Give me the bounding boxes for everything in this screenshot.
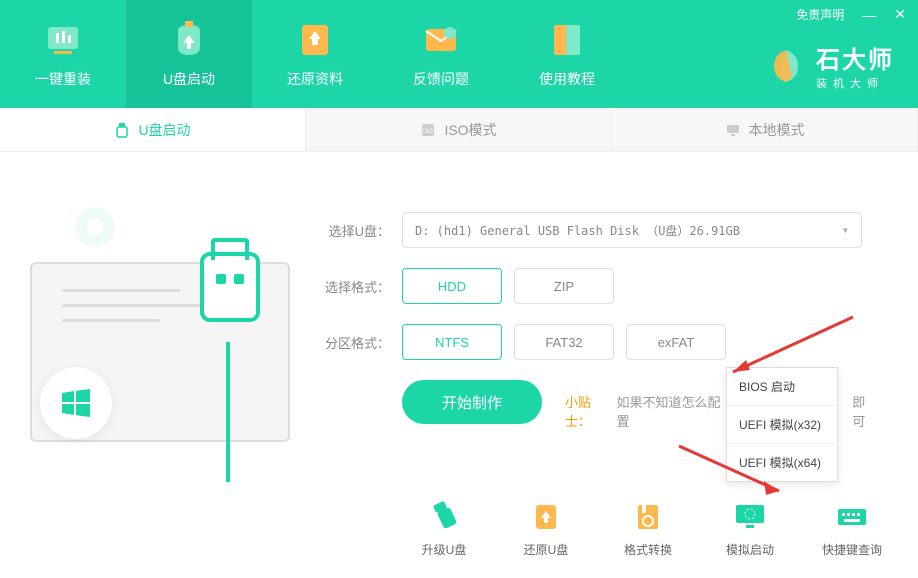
disk-label: 选择U盘： (320, 221, 390, 240)
nav-label: U盘启动 (163, 69, 215, 89)
windows-icon (58, 385, 94, 421)
disclaimer-link[interactable]: 免责声明 (796, 6, 844, 23)
nav-feedback[interactable]: 反馈问题 (378, 0, 504, 108)
tab-iso-mode[interactable]: ISO ISO模式 (306, 108, 612, 151)
partition-option-fat32[interactable]: FAT32 (514, 324, 614, 360)
windows-badge (40, 367, 112, 439)
main-nav: 一键重装 U盘启动 还原资料 反馈问题 使用教程 (0, 0, 630, 108)
tab-local-mode[interactable]: 本地模式 (612, 108, 918, 151)
nav-label: 一键重装 (35, 69, 91, 89)
brand-name: 石大师 (816, 40, 894, 75)
brand-tagline: 装机大师 (816, 75, 894, 91)
action-label: 快捷键查询 (822, 541, 882, 558)
tip-text: 如果不知道怎么配置 (616, 392, 732, 430)
reinstall-icon (42, 19, 84, 61)
usb-upgrade-icon (424, 499, 464, 535)
action-label: 升级U盘 (422, 541, 467, 558)
nav-reinstall[interactable]: 一键重装 (0, 0, 126, 108)
tab-label: ISO模式 (444, 120, 496, 140)
brand-logo-icon (766, 46, 806, 86)
titlebar: 免责声明 — ✕ 一键重装 U盘启动 还原资料 反馈问题 (0, 0, 918, 108)
tutorial-icon (546, 19, 588, 61)
action-label: 模拟启动 (726, 541, 774, 558)
svg-text:ISO: ISO (423, 129, 434, 135)
disk-select[interactable]: D: (hd1) General USB Flash Disk （U盘）26.9… (402, 212, 862, 248)
nav-tutorial[interactable]: 使用教程 (504, 0, 630, 108)
nav-label: 还原资料 (287, 69, 343, 89)
tip-suffix: 即可 (852, 392, 878, 430)
close-button[interactable]: ✕ (894, 6, 906, 23)
chevron-down-icon: ▾ (842, 223, 849, 237)
usb-plug-graphic (200, 252, 260, 342)
format-option-zip[interactable]: ZIP (514, 268, 614, 304)
monitor-icon (725, 122, 741, 138)
action-restore-usb[interactable]: 还原U盘 (510, 499, 582, 558)
partition-label: 分区格式： (320, 333, 390, 352)
tab-label: U盘启动 (138, 120, 190, 140)
disk-value: D: (hd1) General USB Flash Disk （U盘）26.9… (415, 222, 740, 239)
iso-icon: ISO (420, 122, 436, 138)
feedback-icon (420, 19, 462, 61)
format-option-hdd[interactable]: HDD (402, 268, 502, 304)
partition-option-exfat[interactable]: exFAT (626, 324, 726, 360)
action-simulate-boot[interactable]: 模拟启动 (714, 499, 786, 558)
format-convert-icon (628, 499, 668, 535)
illustration (0, 172, 300, 578)
format-label: 选择格式： (320, 277, 390, 296)
tip-label: 小贴士： (565, 392, 616, 430)
action-format-convert[interactable]: 格式转换 (612, 499, 684, 558)
nav-usb-boot[interactable]: U盘启动 (126, 0, 252, 108)
main-content: 选择U盘： D: (hd1) General USB Flash Disk （U… (0, 152, 918, 578)
start-button[interactable]: 开始制作 (402, 380, 542, 424)
tab-usb-boot[interactable]: U盘启动 (0, 108, 306, 151)
window-controls: 免责声明 — ✕ (796, 6, 906, 23)
minimize-button[interactable]: — (862, 7, 876, 23)
tab-label: 本地模式 (749, 120, 805, 140)
usb-restore-icon (526, 499, 566, 535)
nav-label: 使用教程 (539, 69, 595, 89)
action-hotkey-query[interactable]: 快捷键查询 (816, 499, 888, 558)
partition-option-ntfs[interactable]: NTFS (402, 324, 502, 360)
mode-tabs: U盘启动 ISO ISO模式 本地模式 (0, 108, 918, 152)
popup-item-bios[interactable]: BIOS 启动 (727, 368, 837, 406)
nav-label: 反馈问题 (413, 69, 469, 89)
gear-bg-icon (70, 202, 120, 252)
simulate-popup-menu: BIOS 启动 UEFI 模拟(x32) UEFI 模拟(x64) (726, 367, 838, 482)
popup-item-uefi-x64[interactable]: UEFI 模拟(x64) (727, 444, 837, 481)
action-label: 还原U盘 (524, 541, 569, 558)
simulate-boot-icon (730, 499, 770, 535)
popup-item-uefi-x32[interactable]: UEFI 模拟(x32) (727, 406, 837, 444)
nav-restore[interactable]: 还原资料 (252, 0, 378, 108)
brand: 石大师 装机大师 (766, 40, 894, 91)
usb-boot-icon (168, 19, 210, 61)
bottom-actions: 升级U盘 还原U盘 格式转换 模拟启动 快捷键查询 (408, 499, 888, 558)
usb-icon (114, 122, 130, 138)
restore-icon (294, 19, 336, 61)
usb-cable-graphic (226, 342, 230, 482)
action-label: 格式转换 (624, 541, 672, 558)
action-upgrade-usb[interactable]: 升级U盘 (408, 499, 480, 558)
keyboard-icon (832, 499, 872, 535)
